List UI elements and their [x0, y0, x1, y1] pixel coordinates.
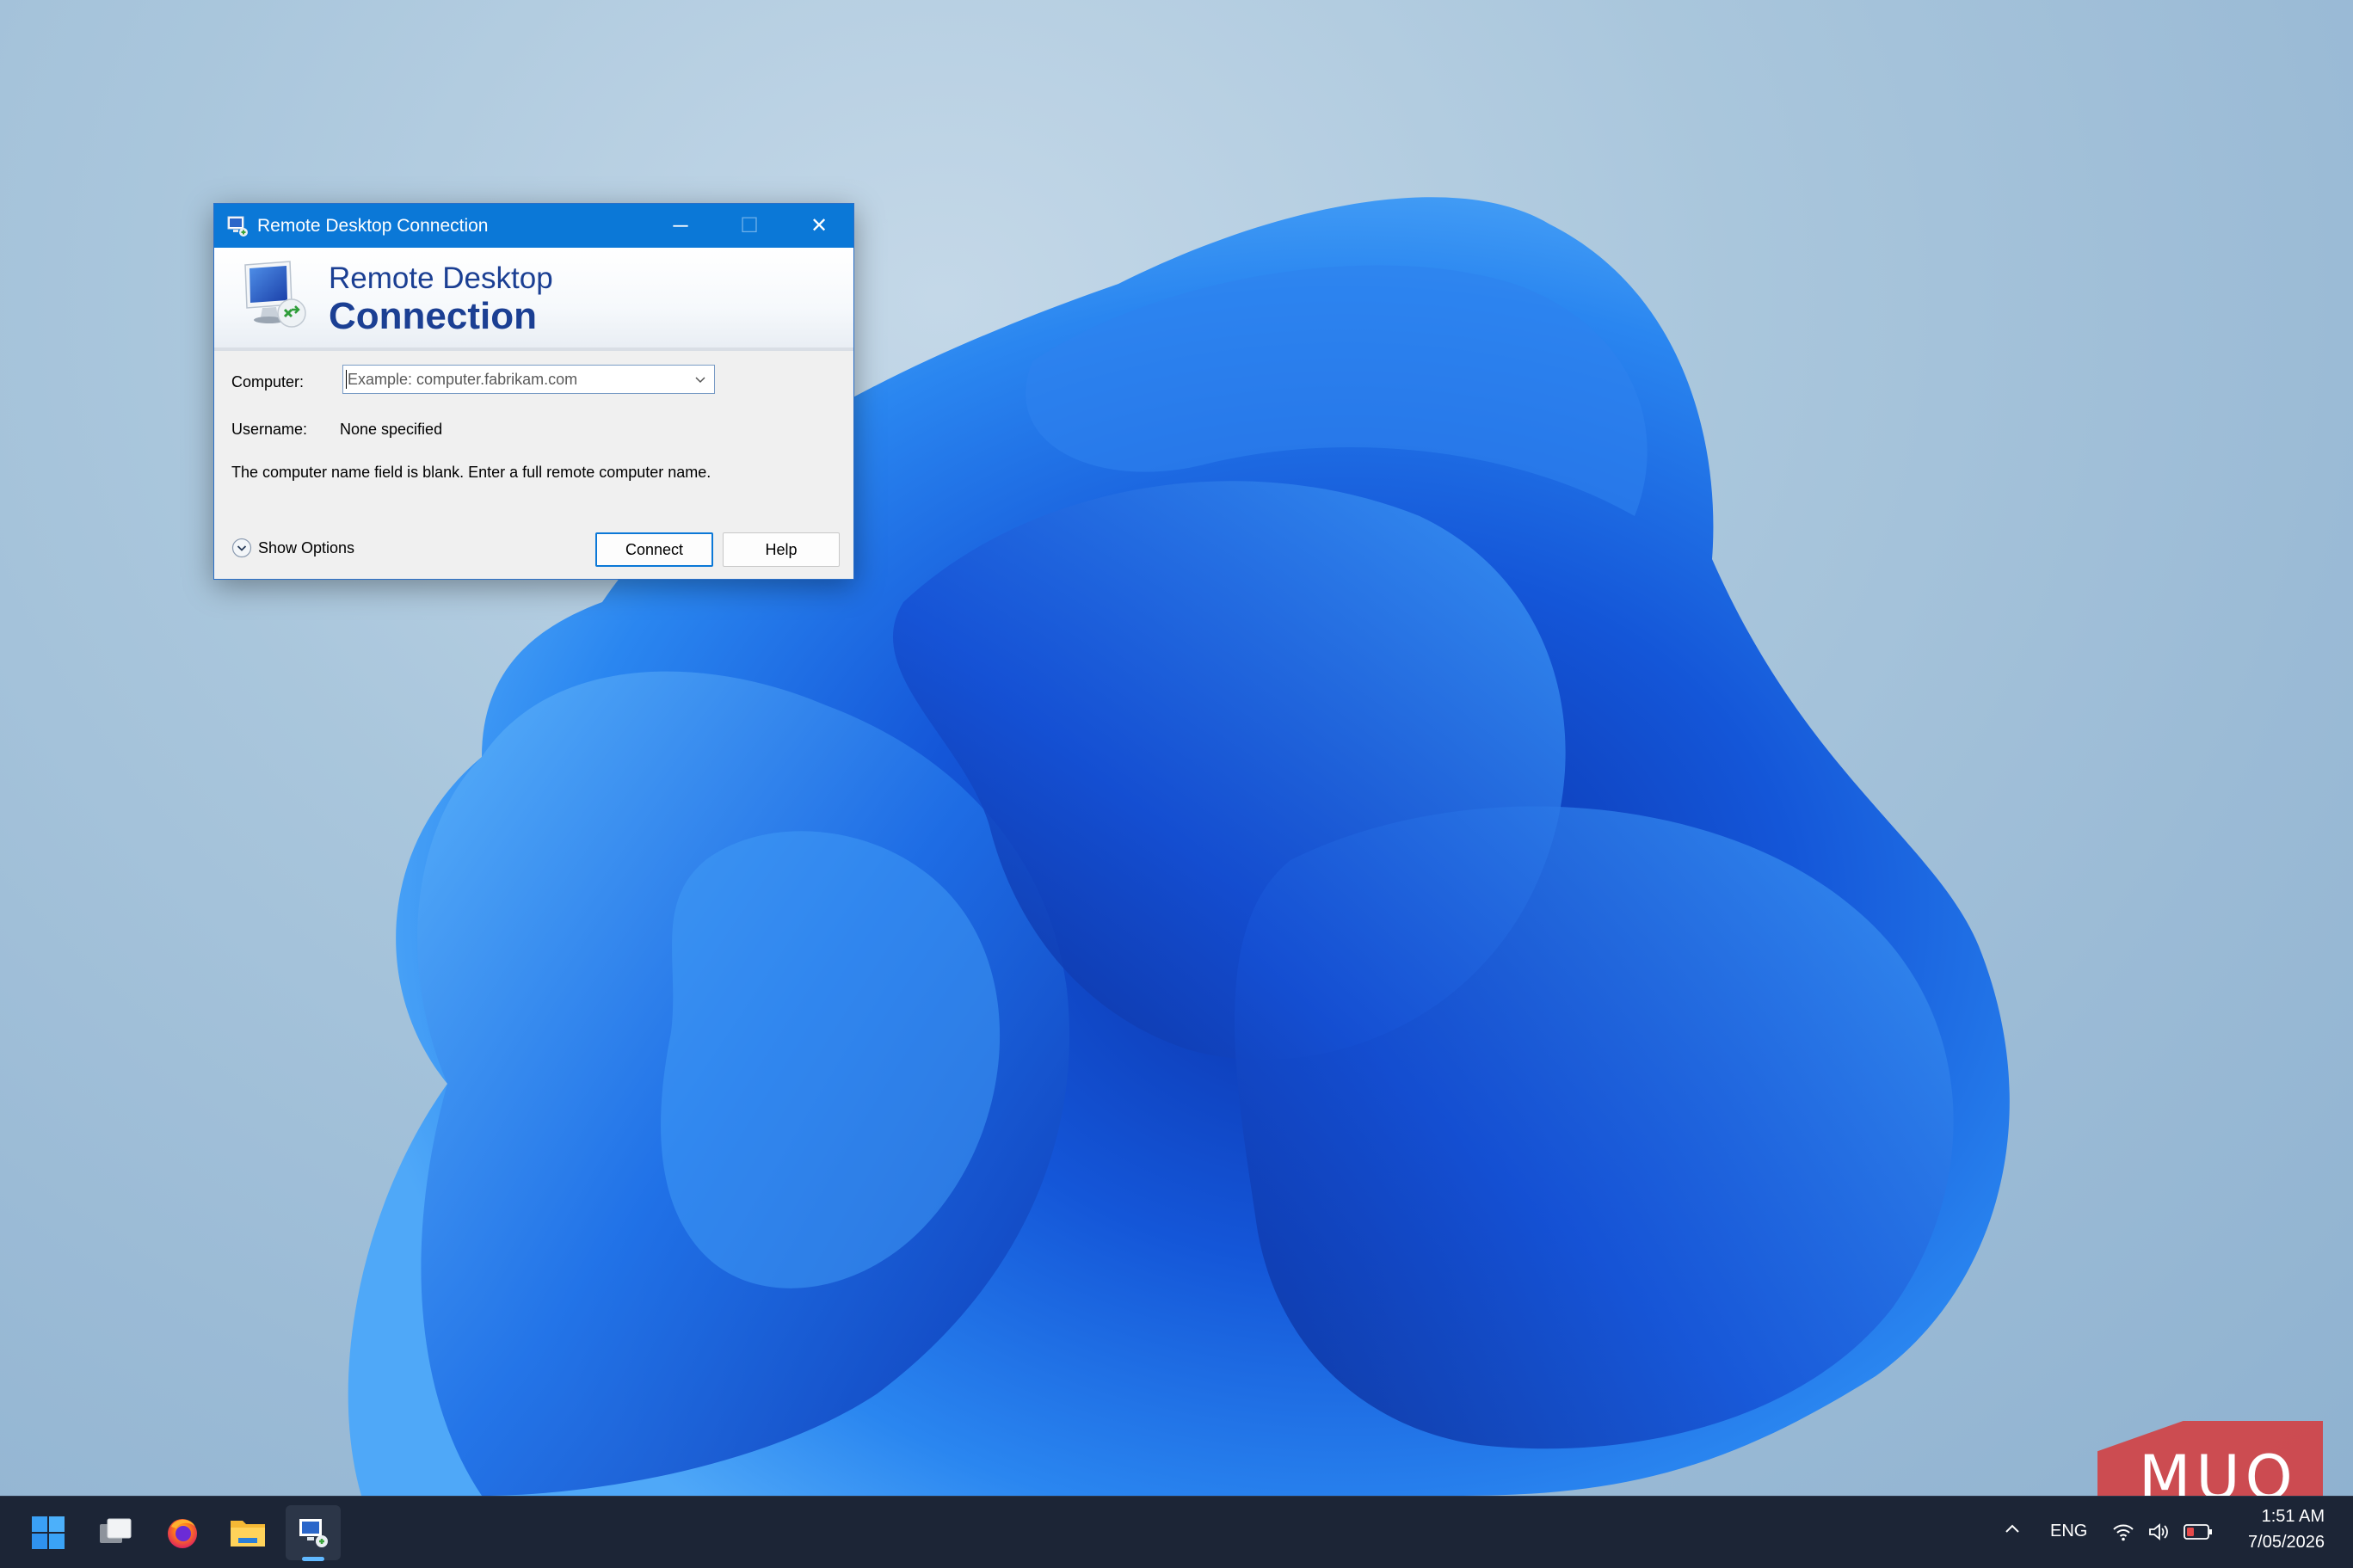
minimize-button[interactable]: ─	[646, 204, 715, 248]
show-options-label[interactable]: Show Options	[258, 539, 354, 557]
start-button[interactable]	[21, 1505, 76, 1560]
banner: Remote Desktop Connection	[214, 248, 853, 351]
taskbar: ENG 1:51 AM 7/05/2026	[0, 1496, 2353, 1568]
chevron-down-icon[interactable]	[692, 371, 709, 388]
desktop: Remote Desktop Connection ─ ☐ ✕ Remote D…	[0, 0, 2353, 1496]
username-label: Username:	[231, 421, 308, 438]
remote-desktop-icon	[227, 216, 248, 237]
info-message: The computer name field is blank. Enter …	[231, 464, 711, 481]
remote-desktop-window[interactable]: Remote Desktop Connection ─ ☐ ✕ Remote D…	[213, 203, 854, 580]
title-bar[interactable]: Remote Desktop Connection ─ ☐ ✕	[214, 204, 853, 248]
active-app-indicator	[302, 1557, 324, 1561]
remote-desktop-taskbar-button[interactable]	[286, 1505, 341, 1560]
firefox-button[interactable]	[155, 1505, 210, 1560]
wifi-icon[interactable]	[2110, 1519, 2136, 1545]
clock-time[interactable]: 1:51 AM	[2254, 1507, 2325, 1527]
window-title: Remote Desktop Connection	[257, 216, 489, 236]
task-view-icon	[100, 1518, 132, 1543]
computer-label: Computer:	[231, 373, 305, 390]
text-caret	[346, 370, 347, 389]
firefox-icon	[168, 1519, 197, 1548]
task-view-button[interactable]	[88, 1505, 143, 1560]
remote-desktop-monitor-icon	[244, 261, 306, 328]
computer-combobox[interactable]	[342, 365, 715, 394]
username-value: None specified	[340, 421, 443, 438]
help-button[interactable]: Help	[723, 532, 840, 567]
volume-icon[interactable]	[2146, 1519, 2171, 1545]
computer-input[interactable]	[346, 367, 688, 391]
connect-button[interactable]: Connect	[595, 532, 713, 567]
chevron-up-icon[interactable]	[1999, 1516, 2025, 1541]
expand-circle-icon[interactable]	[231, 538, 252, 558]
file-explorer-button[interactable]	[220, 1505, 275, 1560]
file-explorer-icon	[231, 1521, 265, 1546]
clock-date[interactable]: 7/05/2026	[2225, 1533, 2325, 1553]
banner-title-line2: Connection	[329, 295, 537, 337]
start-icon	[32, 1516, 65, 1549]
remote-desktop-icon	[299, 1519, 328, 1547]
maximize-button[interactable]: ☐	[715, 204, 784, 248]
battery-icon[interactable]	[2183, 1522, 2214, 1542]
show-options-toggle[interactable]: Show Options	[231, 537, 354, 559]
banner-title-line1: Remote Desktop	[329, 261, 553, 295]
language-indicator[interactable]: ENG	[2050, 1522, 2087, 1541]
close-button[interactable]: ✕	[785, 204, 853, 248]
